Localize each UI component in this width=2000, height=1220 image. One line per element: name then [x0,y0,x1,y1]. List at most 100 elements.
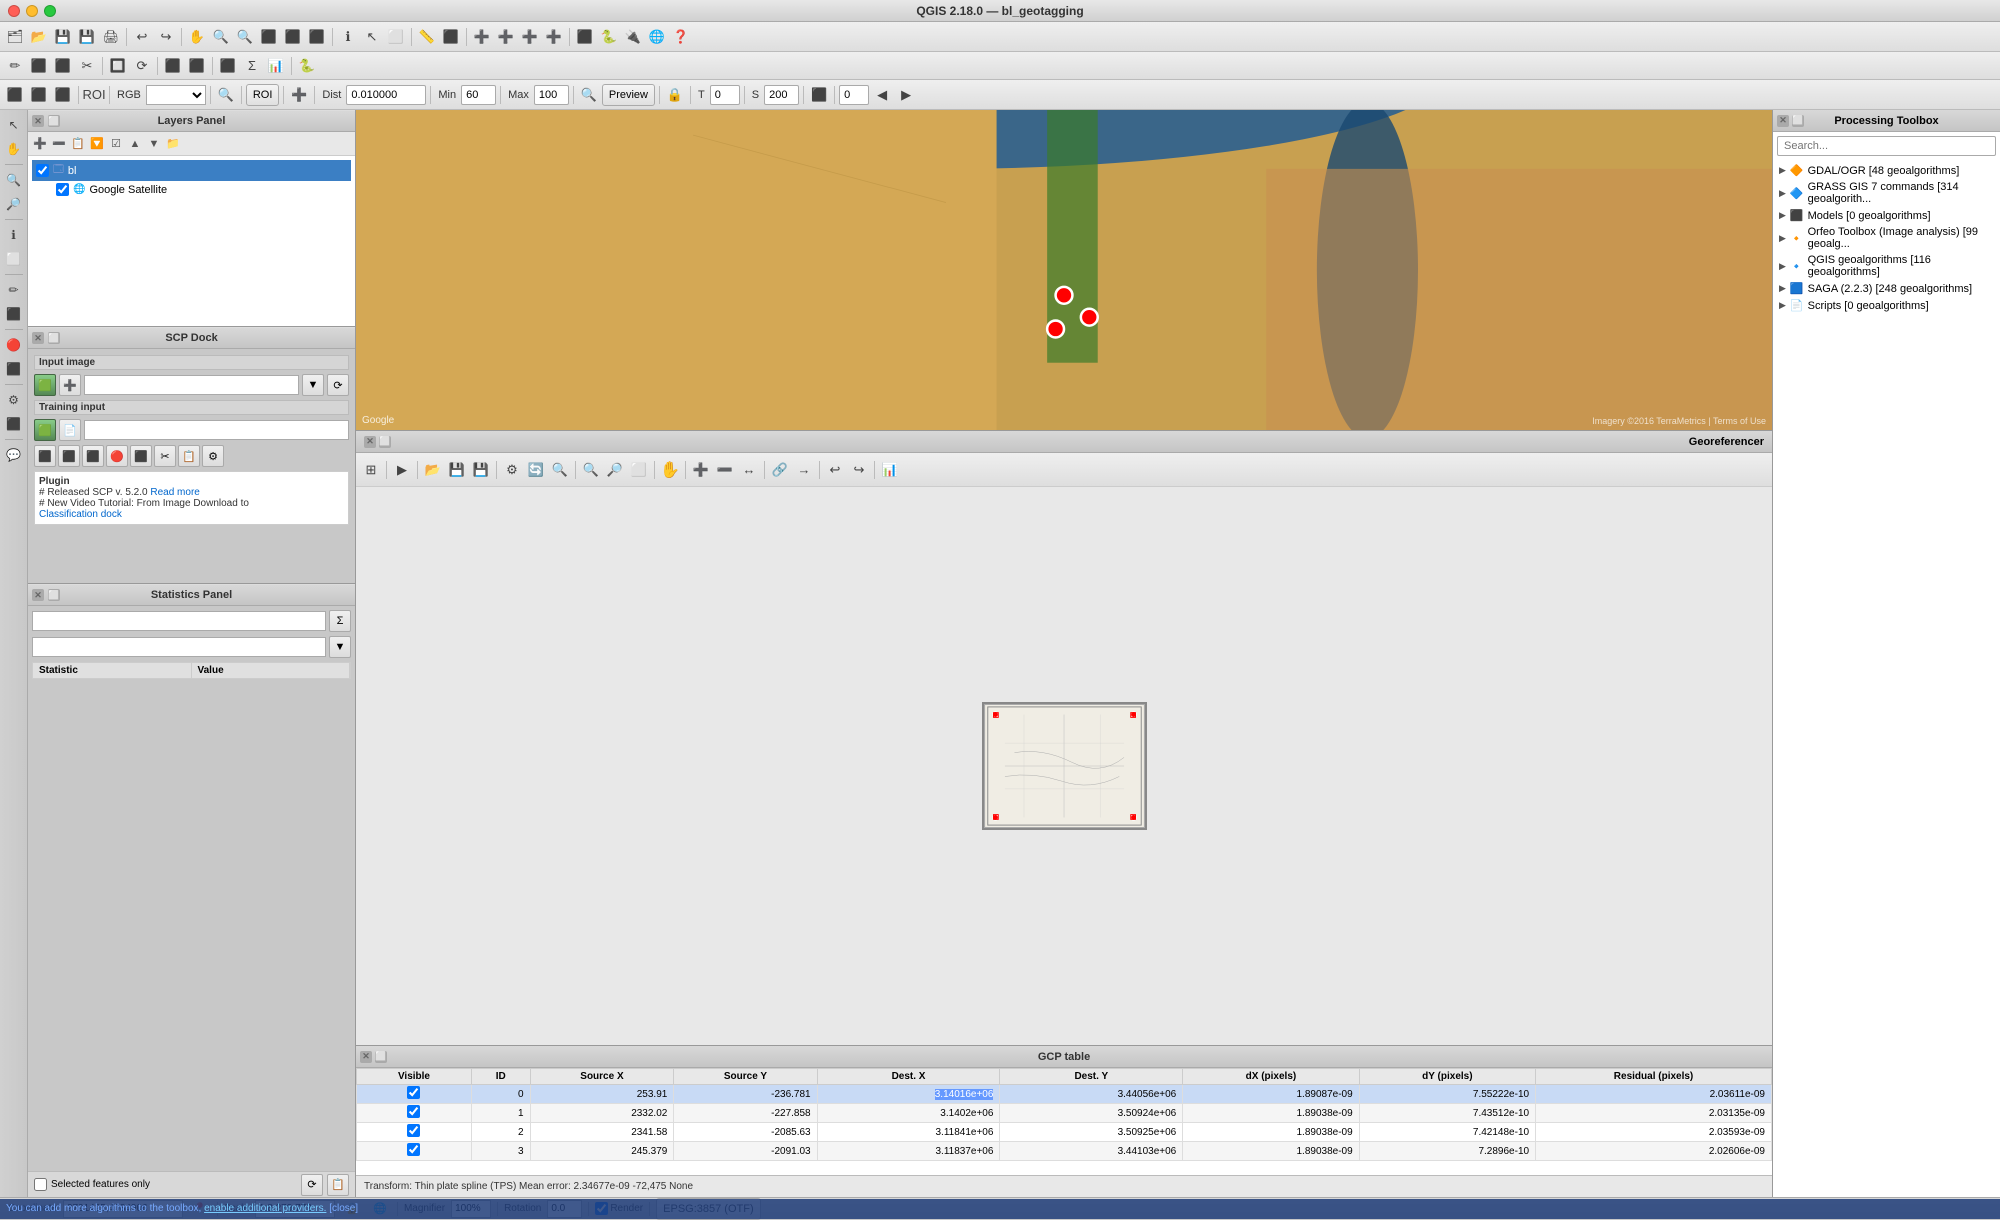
print-icon[interactable]: 🖨 [100,26,122,48]
measure-area-icon[interactable]: ⬛ [440,26,462,48]
zoom-layer-icon[interactable]: ⬛ [282,26,304,48]
add-vector-icon[interactable]: ➕ [519,26,541,48]
delete-feature-icon[interactable]: ✂ [76,55,98,77]
georef-play-icon[interactable]: ▶ [391,459,413,481]
stats-refresh-btn[interactable]: ⟳ [301,1174,323,1196]
classify-icon[interactable]: ⬛ [808,84,830,106]
scp-action7[interactable]: 📋 [178,445,200,467]
split-icon[interactable]: ⬛ [186,55,208,77]
roi-icon[interactable]: ROI [83,84,105,106]
layers-close-btn[interactable]: ✕ [32,115,44,127]
georef-open-icon[interactable]: 📂 [422,459,444,481]
proc-tree-item[interactable]: ▶ 🟦 SAGA (2.2.3) [248 geoalgorithms] [1775,280,1998,297]
plugin-icon[interactable]: 🔌 [622,26,644,48]
scp-news1-link[interactable]: Read more [150,487,199,498]
vert-settings-icon[interactable]: ⚙ [3,389,25,411]
vert-comment-icon[interactable]: 💬 [3,444,25,466]
scp-icon1[interactable]: ⬛ [4,84,26,106]
vert-zoom-out-icon[interactable]: 🔎 [3,193,25,215]
scp-action3[interactable]: ⬛ [82,445,104,467]
layer-visible-bl[interactable] [36,164,49,177]
add-raster-icon[interactable]: ➕ [543,26,565,48]
dist-input[interactable]: 0.010000 [346,85,426,105]
scp-action2[interactable]: ⬛ [58,445,80,467]
vert-edit-icon[interactable]: ✏ [3,279,25,301]
new-project-icon[interactable]: 🗂 [4,26,26,48]
preview-icon2[interactable]: 🔍 [578,84,600,106]
add-feature-icon[interactable]: ⬛ [52,55,74,77]
layer-up-btn[interactable]: ▲ [126,135,144,153]
save-as-icon[interactable]: 💾 [76,26,98,48]
scp-float-btn[interactable]: ⬜ [48,332,60,344]
field-calc-icon[interactable]: ⬛ [574,26,596,48]
georef-float-btn[interactable]: ⬜ [379,436,391,448]
filter-btn[interactable]: 🔽 [88,135,106,153]
table-row[interactable]: 3245.379-2091.033.11837e+063.44103e+061.… [357,1142,1772,1161]
preview-zoom-icon[interactable]: 🔍 [215,84,237,106]
node-tool-icon[interactable]: ⬛ [28,55,50,77]
georef-grid-icon[interactable]: ⊞ [360,459,382,481]
arrow-left-icon[interactable]: ◀ [871,84,893,106]
layer-group-btn[interactable]: 📁 [164,135,182,153]
georef-zoom-out2-icon[interactable]: 🔎 [604,459,626,481]
georef-arrow-icon[interactable]: → [793,459,815,481]
add-wms-icon[interactable]: ➕ [471,26,493,48]
scp-image-input[interactable] [84,375,299,395]
layer-visible-google[interactable] [56,183,69,196]
georef-settings-icon[interactable]: ⚙ [501,459,523,481]
extra-input[interactable]: 0 [839,85,869,105]
proc-tree-item[interactable]: ▶ 🔶 GDAL/OGR [48 geoalgorithms] [1775,162,1998,179]
remove-layer-btn[interactable]: ➖ [50,135,68,153]
vert-classify-icon[interactable]: ⬛ [3,413,25,435]
georef-transform-icon[interactable]: 🔄 [525,459,547,481]
scp-action5[interactable]: ⬛ [130,445,152,467]
georef-redo-icon[interactable]: ↪ [848,459,870,481]
table-row[interactable]: 22341.58-2085.633.11841e+063.50925e+061.… [357,1123,1772,1142]
vert-zoom-in-icon[interactable]: 🔍 [3,169,25,191]
vert-select2-icon[interactable]: ⬜ [3,248,25,270]
georef-pan-icon[interactable]: ✋ [659,459,681,481]
proc-float-btn[interactable]: ⬜ [1792,115,1804,127]
stats-band-btn[interactable]: ▼ [329,636,351,658]
open-project-icon[interactable]: 📂 [28,26,50,48]
georef-zoom-icon[interactable]: 🔍 [580,459,602,481]
digitize-icon[interactable]: ✏ [4,55,26,77]
measure-line-icon[interactable]: 📏 [416,26,438,48]
vert-identify-icon[interactable]: ℹ [3,224,25,246]
table-row[interactable]: 12332.02-227.8583.1402e+063.50924e+061.8… [357,1104,1772,1123]
vert-roipoly-icon[interactable]: ⬛ [3,358,25,380]
georef-zoom-in2-icon[interactable]: 🔍 [549,459,571,481]
proc-tree-item[interactable]: ▶ 🔸 Orfeo Toolbox (Image analysis) [99 g… [1775,224,1998,252]
stats-band-input[interactable] [32,637,326,657]
scp-classification-link[interactable]: Classification dock [39,509,122,520]
stats-text-input[interactable] [32,611,326,631]
scp-green-btn[interactable]: 🟩 [34,374,56,396]
vert-pan-icon[interactable]: ✋ [3,138,25,160]
python2-icon[interactable]: 🐍 [296,55,318,77]
zoom-selection-icon[interactable]: ⬛ [306,26,328,48]
table-row[interactable]: 0253.91-236.7813.14016e+063.44056e+061.8… [357,1085,1772,1104]
scp-action1[interactable]: ⬛ [34,445,56,467]
help-icon[interactable]: ❓ [670,26,692,48]
row-visible-2[interactable] [407,1124,420,1137]
arrow-right-icon[interactable]: ▶ [895,84,917,106]
scp-refresh-btn[interactable]: ⟳ [327,374,349,396]
save-project-icon[interactable]: 💾 [52,26,74,48]
s-input[interactable]: 200 [764,85,799,105]
rotate-icon[interactable]: ⟳ [131,55,153,77]
row-visible-1[interactable] [407,1105,420,1118]
t-input[interactable]: 0 [710,85,740,105]
proc-tree-item[interactable]: ▶ 🔹 QGIS geoalgorithms [116 geoalgorithm… [1775,252,1998,280]
gcp-float-btn[interactable]: ⬜ [375,1051,387,1063]
deselect-icon[interactable]: ⬜ [385,26,407,48]
georef-movepoint-icon[interactable]: ↔ [738,459,760,481]
snap-icon[interactable]: 🔲 [107,55,129,77]
stats-selected-checkbox[interactable] [34,1178,47,1191]
georef-zoomfull-icon[interactable]: ⬜ [628,459,650,481]
toggle-layers-btn[interactable]: ☑ [107,135,125,153]
layers-float-btn[interactable]: ⬜ [48,115,60,127]
scp-action6[interactable]: ✂ [154,445,176,467]
vert-node-icon[interactable]: ⬛ [3,303,25,325]
scp-icon3[interactable]: ⬛ [52,84,74,106]
web-icon[interactable]: 🌐 [646,26,668,48]
